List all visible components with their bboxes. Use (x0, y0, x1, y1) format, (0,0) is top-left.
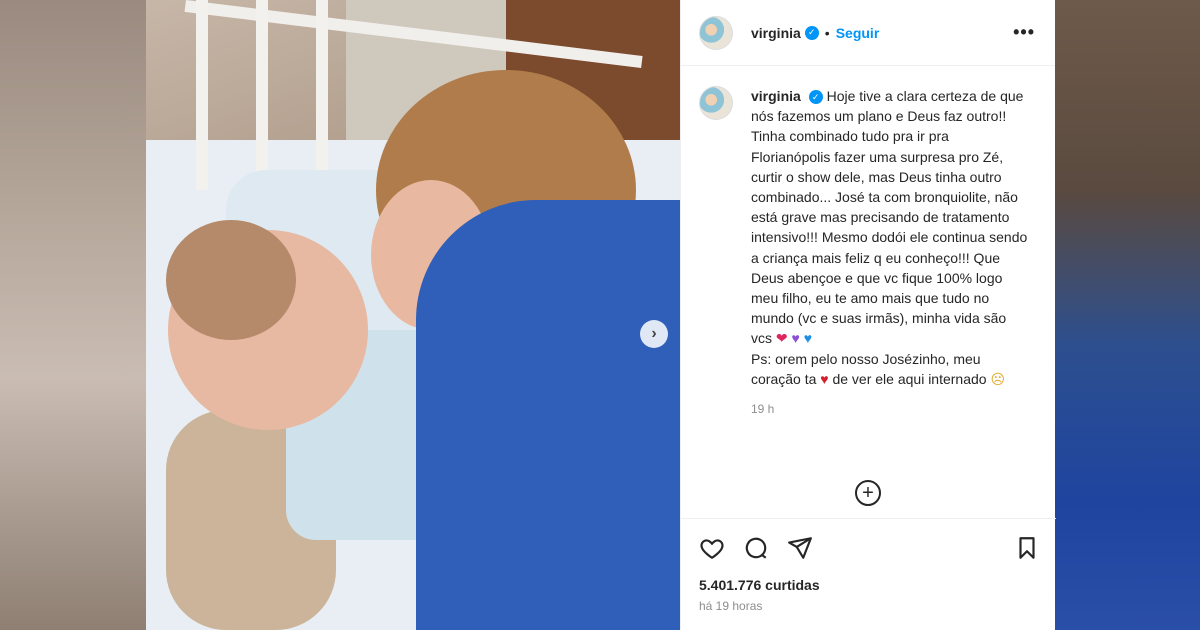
follow-button[interactable]: Seguir (836, 25, 880, 41)
avatar[interactable] (699, 15, 733, 50)
chevron-right-icon: › (651, 325, 657, 342)
post-header: virginia ✓ • Seguir ••• (681, 0, 1055, 66)
verified-badge-icon: ✓ (808, 90, 823, 105)
more-options-icon[interactable]: ••• (1013, 22, 1035, 43)
caption-text: Hoje tive a clara certeza de que nós faz… (751, 88, 1028, 347)
comment-icon[interactable] (743, 535, 769, 561)
next-photo-button[interactable]: › (640, 320, 668, 348)
crying-emoji-icon: ☹ (990, 370, 1006, 387)
caption-timestamp[interactable]: 19 h (751, 399, 1031, 419)
verified-badge-icon: ✓ (804, 25, 819, 40)
post-timestamp: há 19 horas (699, 599, 763, 613)
red-heart-emoji-icon: ♥ (820, 370, 829, 387)
heart-icon[interactable] (699, 535, 725, 561)
caption: virginia ✓ Hoje tive a clara certeza de … (751, 86, 1031, 419)
add-comment-icon[interactable]: + (855, 480, 881, 506)
like-count[interactable]: 5.401.776 curtidas (699, 577, 1040, 593)
post-actions: 5.401.776 curtidas há 19 horas (681, 518, 1056, 613)
purple-heart-emoji-icon: ♥ (791, 330, 800, 347)
background-blur-right (1055, 0, 1200, 630)
caption-username[interactable]: virginia (751, 88, 801, 104)
heart-emoji-icon: ❤ (775, 330, 788, 347)
caption-area: virginia ✓ Hoje tive a clara certeza de … (681, 66, 1055, 484)
background-blur-left (0, 0, 146, 630)
caption-ps-text-end: de ver ele aqui internado (832, 370, 987, 387)
blue-heart-emoji-icon: ♥ (803, 330, 813, 347)
bookmark-icon[interactable] (1014, 535, 1040, 561)
caption-avatar[interactable] (699, 86, 733, 120)
share-icon[interactable] (787, 535, 813, 561)
username[interactable]: virginia (751, 25, 801, 41)
post-photo[interactable] (146, 0, 680, 630)
post-panel: virginia ✓ • Seguir ••• virginia ✓ Hoje … (680, 0, 1056, 630)
